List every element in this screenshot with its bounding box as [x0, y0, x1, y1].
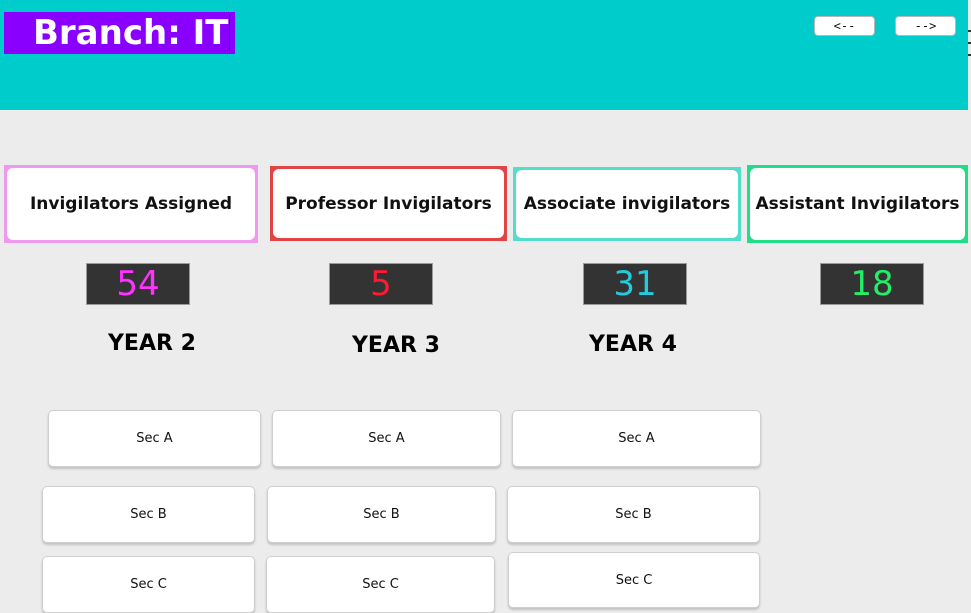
stat-card-associate-invigilators: Associate invigilators — [513, 167, 741, 241]
back-button[interactable]: <-- — [814, 16, 875, 36]
assistant-invigilators-count: 18 — [820, 263, 924, 305]
professor-invigilators-count: 5 — [329, 263, 433, 305]
invigilators-assigned-count: 54 — [86, 263, 190, 305]
branch-title: Branch: IT — [4, 12, 235, 54]
year-2-sec-a-button[interactable]: Sec A — [48, 410, 261, 467]
year-4-sec-a-button[interactable]: Sec A — [512, 410, 761, 467]
year-3-sec-b-button[interactable]: Sec B — [267, 486, 496, 543]
year-3-heading: YEAR 3 — [352, 333, 440, 358]
stat-card-invigilators-assigned: Invigilators Assigned — [4, 165, 258, 243]
year-4-heading: YEAR 4 — [589, 332, 677, 357]
stat-label: Assistant Invigilators — [755, 194, 960, 214]
forward-button[interactable]: --> — [895, 16, 956, 36]
associate-invigilators-count: 31 — [583, 263, 687, 305]
year-2-heading: YEAR 2 — [108, 331, 196, 356]
year-3-sec-a-button[interactable]: Sec A — [272, 410, 501, 467]
year-4-sec-b-button[interactable]: Sec B — [507, 486, 760, 543]
year-4-sec-c-button[interactable]: Sec C — [508, 552, 760, 608]
stat-card-assistant-invigilators: Assistant Invigilators — [747, 165, 968, 243]
branch-label: Branch: IT — [33, 13, 229, 53]
stat-label: Professor Invigilators — [285, 193, 492, 214]
header-bar: Branch: IT <-- --> — [0, 0, 968, 110]
year-3-sec-c-button[interactable]: Sec C — [266, 556, 495, 613]
stat-card-professor-invigilators: Professor Invigilators — [270, 166, 507, 241]
year-2-sec-c-button[interactable]: Sec C — [42, 556, 255, 613]
stat-label: Associate invigilators — [523, 194, 731, 214]
year-2-sec-b-button[interactable]: Sec B — [42, 486, 255, 543]
stat-label: Invigilators Assigned — [29, 194, 233, 214]
text-cursor — [229, 13, 231, 50]
